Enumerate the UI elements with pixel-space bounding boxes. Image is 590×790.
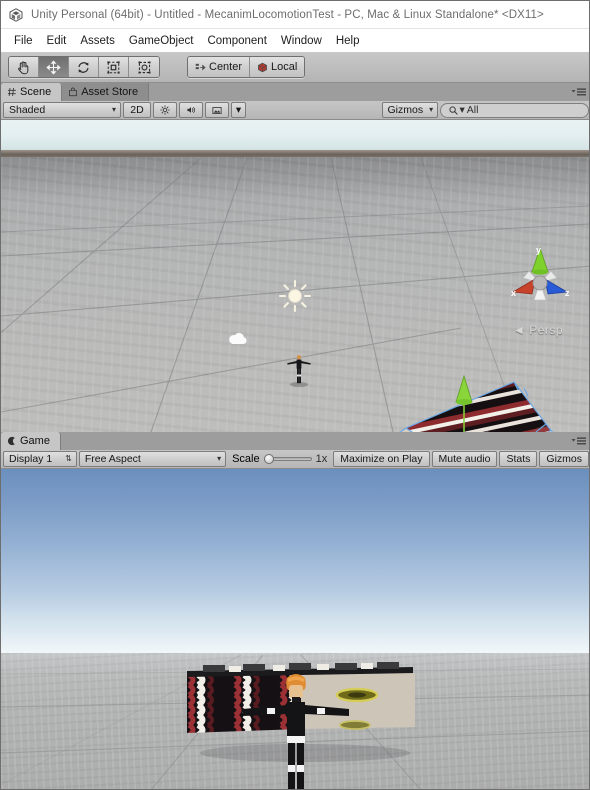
scene-lighting-toggle[interactable] [153, 102, 177, 118]
scene-character[interactable] [285, 353, 313, 389]
menu-gameobject[interactable]: GameObject [122, 32, 201, 50]
window-title: Unity Personal (64bit) - Untitled - Meca… [31, 8, 544, 21]
pivot-mode-label: Center [209, 61, 243, 73]
game-scale-label: Scale [232, 453, 260, 465]
game-display-dropdown[interactable]: Display 1 ⇅ [3, 451, 77, 467]
game-panel-menu-button[interactable] [568, 434, 588, 448]
slider-knob[interactable] [263, 454, 274, 464]
audio-source-gizmo[interactable] [227, 331, 249, 347]
game-view-toolbar: Display 1 ⇅ Free Aspect ▾ Scale 1x Maxim… [1, 450, 589, 469]
menu-file[interactable]: File [7, 32, 40, 50]
game-aspect-dropdown[interactable]: Free Aspect ▾ [78, 451, 227, 467]
axis-y-label: y [536, 245, 541, 255]
scene-search-input[interactable]: ▾ All [439, 102, 589, 118]
game-display-value: Display 1 [9, 453, 53, 465]
title-bar: Unity Personal (64bit) - Untitled - Meca… [1, 1, 589, 29]
audio-toggle-icon [187, 106, 195, 114]
selected-box-object[interactable] [346, 372, 590, 432]
scene-2d-label: 2D [130, 104, 144, 116]
unity-editor-window: Unity Personal (64bit) - Untitled - Meca… [0, 0, 590, 790]
unity-logo-icon [9, 7, 23, 22]
perspective-arrow-icon: ◄ [513, 323, 526, 337]
tab-scene-label: Scene [20, 86, 52, 98]
rotate-tool-button[interactable] [69, 57, 99, 77]
rotate-icon [78, 61, 89, 73]
game-scale-value: 1x [315, 453, 328, 465]
scale-tool-button[interactable] [99, 57, 129, 77]
scene-draw-mode-value: Shaded [9, 104, 46, 116]
pivot-rotation-button[interactable]: Local [250, 57, 305, 77]
move-arrows-icon [46, 59, 61, 75]
game-gizmos-button[interactable]: Gizmos [539, 451, 589, 467]
scene-viewport[interactable]: x z y ◄ Persp [1, 120, 590, 432]
stats-button[interactable]: Stats [499, 451, 538, 467]
game-aspect-value: Free Aspect [84, 453, 141, 465]
main-toolbar: Center Local [1, 52, 589, 83]
effects-toggle-icon [212, 106, 222, 114]
axis-z-label: z [565, 288, 570, 298]
lighting-toggle-icon [160, 105, 170, 115]
menu-edit[interactable]: Edit [40, 32, 74, 50]
move-tool-button[interactable] [39, 57, 69, 77]
scale-icon [107, 60, 120, 74]
menu-bar: File Edit Assets GameObject Component Wi… [1, 29, 589, 52]
pivot-rotation-label: Local [271, 61, 298, 73]
scene-gizmos-label: Gizmos [387, 104, 424, 116]
scene-view-toolbar: Shaded ▾ 2D ▾ Gizmos ▾ ▾ All [1, 101, 589, 120]
tab-asset-store[interactable]: Asset Store [62, 83, 150, 101]
tab-game[interactable]: Game [1, 432, 61, 450]
scene-draw-mode-dropdown[interactable]: Shaded ▾ [3, 102, 121, 118]
chevron-down-icon: ▾ [459, 104, 465, 116]
game-pad-icon [7, 436, 15, 446]
menu-component[interactable]: Component [200, 32, 273, 50]
game-character [243, 674, 349, 789]
pivot-mode-button[interactable]: Center [188, 57, 251, 77]
scene-perspective-label[interactable]: ◄ Persp [513, 323, 563, 337]
pivot-center-icon [195, 63, 206, 70]
axis-x-label: x [511, 288, 516, 298]
tab-asset-store-label: Asset Store [81, 86, 139, 98]
scene-effects-dropdown[interactable]: ▾ [231, 102, 246, 118]
game-scale-control[interactable]: Scale 1x [228, 453, 331, 465]
chevron-down-icon: ▾ [429, 105, 434, 114]
game-panel-tabrow: Game [1, 432, 589, 450]
scene-2d-toggle[interactable]: 2D [123, 102, 151, 118]
game-scale-slider[interactable] [263, 453, 312, 465]
rect-tool-button[interactable] [129, 57, 159, 77]
search-icon [448, 105, 458, 115]
tab-game-label: Game [20, 435, 50, 447]
menu-help[interactable]: Help [329, 32, 367, 50]
game-viewport[interactable] [1, 469, 589, 789]
panel-menu-icon [571, 88, 586, 96]
chevron-down-icon: ▾ [217, 454, 222, 463]
scene-gizmos-dropdown[interactable]: Gizmos ▾ [381, 102, 438, 118]
pivot-local-icon [258, 62, 267, 72]
scene-panel-tabrow: Scene Asset Store [1, 83, 589, 101]
tab-scene[interactable]: Scene [1, 83, 63, 101]
maximize-on-play-button[interactable]: Maximize on Play [333, 451, 430, 467]
pivot-buttons-group: Center Local [187, 56, 306, 78]
scene-search-value: All [466, 104, 479, 116]
chevron-down-icon: ▾ [111, 105, 116, 114]
transform-tools-group [8, 56, 160, 78]
scene-audio-toggle[interactable] [179, 102, 203, 118]
asset-store-icon [69, 87, 78, 97]
game-panel: Game Display 1 ⇅ Free Aspect ▾ Scale 1x … [1, 432, 589, 789]
updown-arrows-icon: ⇅ [65, 454, 72, 463]
scene-effects-toggle[interactable] [205, 102, 229, 118]
scene-grid-icon [7, 87, 16, 97]
scene-panel: Scene Asset Store Shaded ▾ 2D ▾ Gizmos ▾… [1, 83, 590, 436]
hand-icon [18, 60, 29, 74]
hand-tool-button[interactable] [9, 57, 39, 77]
scene-panel-menu-button[interactable] [568, 85, 588, 99]
mute-audio-button[interactable]: Mute audio [431, 451, 498, 467]
menu-assets[interactable]: Assets [73, 32, 122, 50]
rect-transform-icon [138, 61, 150, 73]
scene-axis-gizmo[interactable]: x z y [499, 242, 581, 324]
chevron-down-icon: ▾ [235, 104, 242, 116]
panel-menu-icon [571, 437, 586, 445]
directional-light-gizmo[interactable] [277, 278, 313, 314]
menu-window[interactable]: Window [274, 32, 329, 50]
